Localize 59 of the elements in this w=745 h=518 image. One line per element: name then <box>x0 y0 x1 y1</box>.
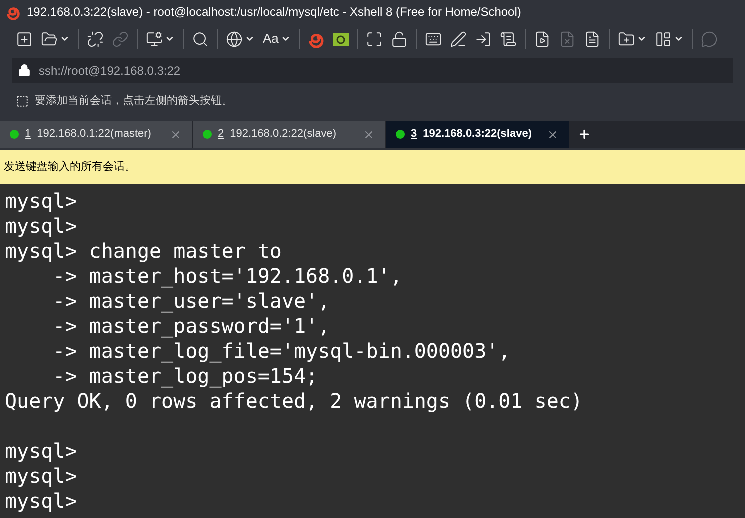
terminal-line: mysql> <box>5 189 78 213</box>
terminal-line: -> master_log_file='mysql-bin.000003', <box>52 339 511 363</box>
add-tab-icon[interactable] <box>578 128 591 141</box>
lock-icon <box>390 30 408 48</box>
terminal-line: Query OK, 0 rows affected, 2 warnings (0.01 sec) <box>5 389 583 413</box>
scroll-icon <box>500 30 517 48</box>
broadcast-bar: 发送键盘输入的所有会话。 <box>0 148 745 184</box>
session-tab[interactable]: 1 192.168.0.1:22(master) <box>0 121 192 148</box>
terminal-line: mysql> <box>5 489 78 513</box>
terminal-line: -> master_password='1', <box>52 314 330 338</box>
folder-plus-icon <box>618 30 635 48</box>
search-icon <box>192 30 209 48</box>
session-tab[interactable]: 3 192.168.0.3:22(slave) <box>386 121 569 148</box>
terminal-line: mysql> <box>5 214 78 238</box>
e-badge-icon <box>332 31 349 47</box>
terminal-line: mysql> <box>5 464 78 488</box>
keyboard-icon <box>424 30 442 48</box>
close-icon[interactable] <box>170 128 182 140</box>
app-logo-icon <box>6 4 21 20</box>
hint-text: 要添加当前会话，点击左侧的箭头按钮。 <box>35 94 233 110</box>
caret-icon <box>165 34 175 44</box>
link-icon <box>112 30 129 48</box>
tab-label: 192.168.0.2:22(slave) <box>230 127 338 142</box>
close-icon[interactable] <box>363 128 375 140</box>
fullscreen-icon <box>366 30 383 48</box>
caret-icon <box>60 34 70 44</box>
terminal-line: -> master_user='slave', <box>52 289 330 313</box>
caret-icon <box>280 34 291 44</box>
lock-icon <box>18 64 31 77</box>
new-session-icon <box>16 30 33 48</box>
file-play-icon <box>534 30 551 48</box>
toolbar-button[interactable]: Aa <box>259 27 295 51</box>
chat-icon <box>700 30 718 48</box>
unlink-icon <box>87 30 104 48</box>
tab-label: 192.168.0.1:22(master) <box>37 127 152 142</box>
close-icon[interactable] <box>547 128 559 140</box>
screen-settings-icon <box>146 30 163 48</box>
tab-label: 192.168.0.3:22(slave) <box>423 127 533 142</box>
file-stop-icon <box>558 30 576 48</box>
caret-icon <box>674 34 684 44</box>
pen-icon <box>450 30 467 48</box>
file-text-icon <box>584 30 601 48</box>
window-title: 192.168.0.3:22(slave) - root@localhost:/usr/local/mysql/etc - Xshell 8 (Free for Home/School) <box>27 4 522 21</box>
login-icon <box>474 30 492 48</box>
layout-icon <box>654 30 672 48</box>
caret-icon <box>636 34 647 44</box>
tab-number: 1 <box>25 127 32 142</box>
session-tab[interactable]: 2 192.168.0.2:22(slave) <box>193 121 385 148</box>
terminal-line: -> master_host='192.168.0.1', <box>52 264 402 288</box>
tab-number: 2 <box>218 127 224 142</box>
address-field[interactable]: ssh://root@192.168.0.3:22 <box>12 58 733 83</box>
caret-icon <box>245 34 255 44</box>
globe-icon <box>226 30 243 48</box>
tab-number: 3 <box>411 127 418 142</box>
terminal-line: mysql> change master to <box>5 239 282 263</box>
add-session-icon <box>16 95 29 108</box>
terminal-line: -> master_log_pos=154; <box>52 364 318 388</box>
folder-icon <box>41 30 58 48</box>
terminal-line: mysql> <box>5 439 78 463</box>
